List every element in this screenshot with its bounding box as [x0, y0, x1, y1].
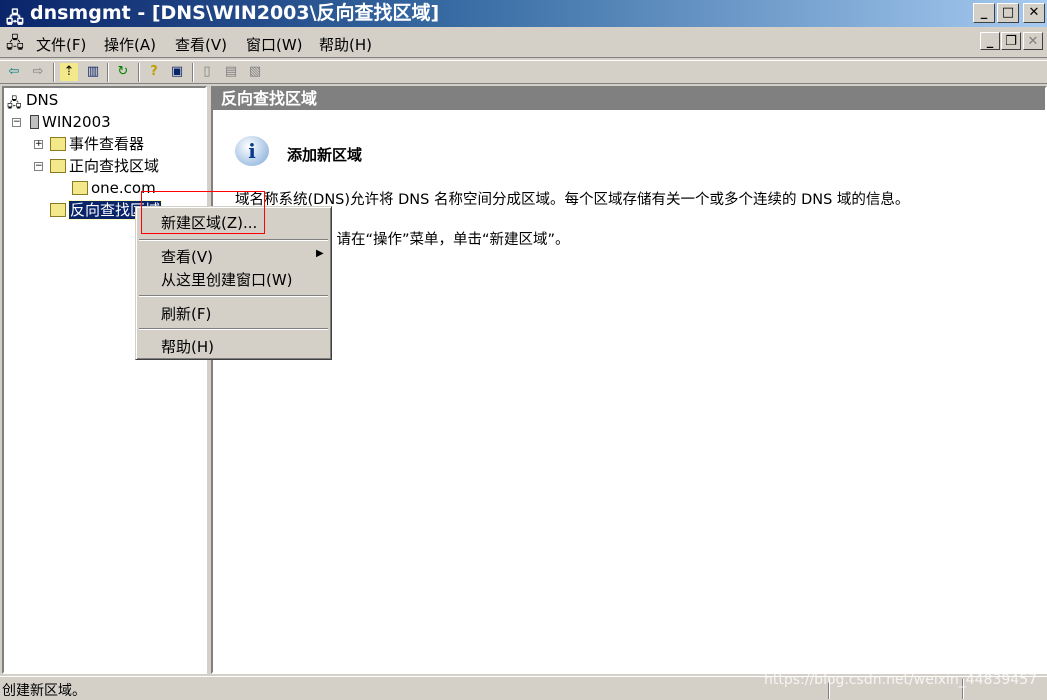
back-icon[interactable]: ⇦ — [5, 63, 23, 81]
window-title: dnsmgmt - [DNS\WIN2003\反向查找区域] — [30, 2, 440, 24]
child-minimize-button[interactable]: _ — [980, 32, 1000, 50]
toolbar: ⇦ ⇨ ⇡ ▥ ↻ ? ▣ ▯ ▤ ▧ — [0, 60, 1047, 84]
server-icon[interactable]: ▯ — [198, 63, 216, 81]
collapse-icon[interactable]: − — [34, 162, 43, 171]
tree-node-dns[interactable]: 🖧 DNS — [7, 90, 59, 111]
description-text: 域名称系统(DNS)允许将 DNS 名称空间分成区域。每个区域存储有关一个或多个… — [235, 192, 910, 208]
menu-help[interactable]: 帮助(H) — [319, 34, 372, 55]
tree-node-event-viewer[interactable]: 事件查看器 — [50, 134, 144, 154]
refresh-icon[interactable]: ↻ — [114, 63, 132, 81]
child-close-button[interactable]: ✕ — [1023, 32, 1043, 50]
dns-icon: 🖧 — [7, 96, 22, 111]
menu-item-new-window[interactable]: 从这里创建窗口(W) — [161, 269, 293, 290]
maximize-button[interactable]: □ — [997, 3, 1019, 23]
show-hide-tree-icon[interactable]: ▥ — [84, 63, 102, 81]
pane-header: 反向查找区域 — [213, 88, 1045, 110]
child-restore-button[interactable]: ❐ — [1001, 32, 1021, 50]
event-viewer-icon — [50, 137, 66, 151]
tree-label: DNS — [26, 91, 59, 109]
help-icon[interactable]: ? — [145, 63, 163, 81]
info-icon: i — [235, 136, 269, 166]
status-text: 创建新区域。 — [2, 683, 86, 699]
close-button[interactable]: ✕ — [1023, 3, 1045, 23]
minimize-button[interactable]: _ — [973, 3, 995, 23]
menu-action[interactable]: 操作(A) — [104, 34, 156, 55]
zone-icon[interactable]: ▧ — [246, 63, 264, 81]
details-pane: 反向查找区域 i 添加新区域 域名称系统(DNS)允许将 DNS 名称空间分成区… — [211, 86, 1047, 674]
menu-view[interactable]: 查看(V) — [175, 34, 227, 55]
console-tree: 🖧 DNS − WIN2003 + 事件查看器 − 正向查找区域 one.com … — [2, 86, 207, 674]
forward-icon[interactable]: ⇨ — [29, 63, 47, 81]
tree-label: 正向查找区域 — [69, 157, 160, 175]
menu-item-view[interactable]: 查看(V) — [161, 246, 213, 267]
console-icon: 🖧 — [6, 33, 24, 52]
zone-icon — [72, 181, 88, 195]
tree-label: WIN2003 — [42, 113, 111, 131]
expand-icon[interactable]: + — [34, 140, 43, 149]
highlight-box — [141, 191, 265, 234]
collapse-icon[interactable]: − — [12, 118, 21, 127]
menu-file[interactable]: 文件(F) — [36, 34, 86, 55]
title-bar: 🖧 dnsmgmt - [DNS\WIN2003\反向查找区域] _ □ ✕ — [0, 0, 1047, 27]
list-icon[interactable]: ▤ — [222, 63, 240, 81]
menu-item-refresh[interactable]: 刷新(F) — [161, 303, 211, 324]
status-bar: 创建新区域。 https://blog.csdn.net/weixin_4483… — [0, 672, 1047, 699]
menu-bar: 🖧 文件(F) 操作(A) 查看(V) 窗口(W) 帮助(H) _ ❐ ✕ — [0, 28, 1047, 58]
properties-icon[interactable]: ▣ — [168, 63, 186, 81]
folder-icon — [50, 203, 66, 217]
watermark: https://blog.csdn.net/weixin_44839457 — [764, 672, 1038, 688]
submenu-arrow-icon: ▶ — [316, 248, 324, 259]
menu-window[interactable]: 窗口(W) — [246, 34, 303, 55]
tree-node-forward-zones[interactable]: 正向查找区域 — [50, 156, 159, 176]
server-icon — [30, 115, 39, 129]
tree-node-server[interactable]: WIN2003 — [30, 112, 111, 132]
up-folder-icon[interactable]: ⇡ — [60, 63, 78, 81]
tree-label: 事件查看器 — [69, 135, 145, 153]
menu-item-help[interactable]: 帮助(H) — [161, 336, 214, 357]
dns-app-icon: 🖧 — [6, 8, 24, 27]
section-heading: 添加新区域 — [287, 146, 363, 164]
folder-icon — [50, 159, 66, 173]
